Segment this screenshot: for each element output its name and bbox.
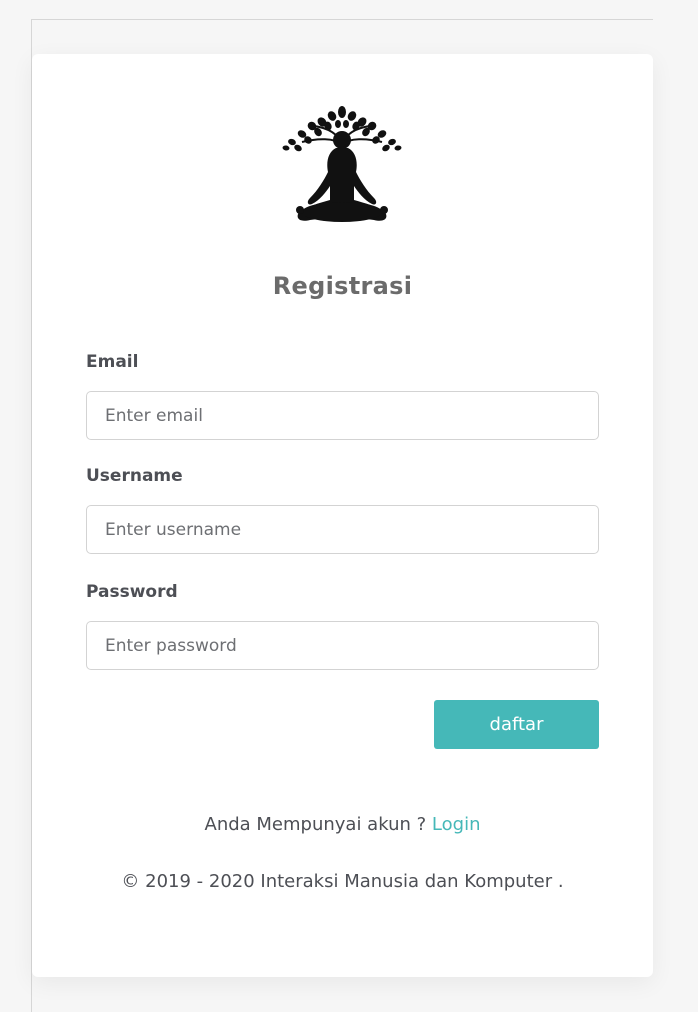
login-link[interactable]: Login <box>432 814 481 835</box>
password-label: Password <box>86 582 178 602</box>
page-title: Registrasi <box>272 272 413 300</box>
email-field[interactable] <box>86 391 599 440</box>
daftar-button[interactable]: daftar <box>434 700 599 749</box>
password-field[interactable] <box>86 621 599 670</box>
frame-border-top <box>31 19 653 20</box>
meditation-tree-icon <box>282 106 402 222</box>
username-label: Username <box>86 466 183 486</box>
copyright-text: © 2019 - 2020 Interaksi Manusia dan Komp… <box>121 871 564 892</box>
account-prompt: Anda Mempunyai akun ? Login <box>32 814 653 835</box>
username-field[interactable] <box>86 505 599 554</box>
page: Registrasi Email Username Password dafta… <box>0 0 698 1012</box>
account-question: Anda Mempunyai akun ? <box>204 814 427 835</box>
email-label: Email <box>86 352 139 372</box>
